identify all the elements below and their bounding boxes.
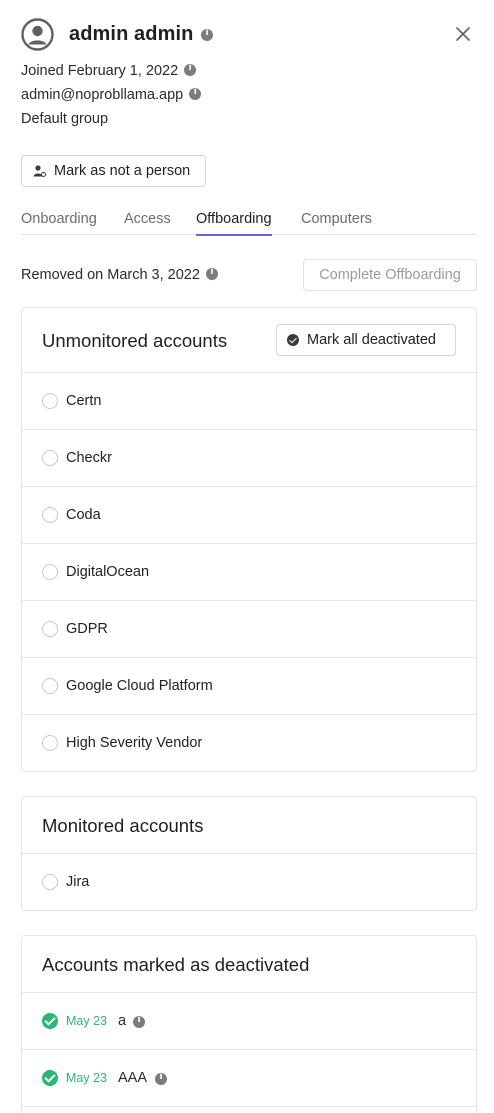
user-header: admin admin <box>21 18 473 54</box>
list-item: Coda <box>22 487 476 544</box>
list-item: May 23 a <box>22 993 476 1050</box>
user-avatar-icon <box>21 18 54 51</box>
mark-all-deactivated-button[interactable]: Mark all deactivated <box>276 324 456 356</box>
tab-bar: Onboarding Access Offboarding Computers <box>21 208 477 236</box>
tab-computers[interactable]: Computers <box>301 211 372 234</box>
user-group: Default group <box>21 111 109 127</box>
check-circle-icon <box>42 1013 58 1029</box>
info-icon[interactable] <box>189 87 202 101</box>
deactivated-accounts-card: Accounts marked as deactivated May 23 a … <box>21 935 477 1113</box>
account-radio[interactable] <box>42 874 58 890</box>
account-name: Google Cloud Platform <box>66 678 213 694</box>
account-name: Checkr <box>66 450 112 466</box>
tab-onboarding[interactable]: Onboarding <box>21 211 97 234</box>
card-title: Accounts marked as deactivated <box>42 954 310 975</box>
account-radio[interactable] <box>42 507 58 523</box>
card-header: Monitored accounts <box>22 797 476 854</box>
monitored-accounts-card: Monitored accounts Jira <box>21 796 477 911</box>
card-title: Unmonitored accounts <box>42 330 228 351</box>
account-name: High Severity Vendor <box>66 735 203 751</box>
tab-offboarding[interactable]: Offboarding <box>196 211 272 236</box>
account-radio[interactable] <box>42 621 58 637</box>
deactivated-date: May 23 <box>66 1071 107 1085</box>
list-item: Jira <box>22 854 476 910</box>
account-radio[interactable] <box>42 735 58 751</box>
list-item: DigitalOcean <box>22 544 476 601</box>
mark-not-person-button[interactable]: Mark as not a person <box>21 155 206 187</box>
card-header: Unmonitored accounts Mark all deactivate… <box>22 308 476 373</box>
complete-offboarding-button[interactable]: Complete Offboarding <box>303 259 477 291</box>
card-title: Monitored accounts <box>42 815 204 836</box>
account-name: DigitalOcean <box>66 564 150 580</box>
tab-access[interactable]: Access <box>124 211 171 234</box>
list-item: Checkr <box>22 430 476 487</box>
account-name: Coda <box>66 507 101 523</box>
info-icon[interactable] <box>205 267 218 281</box>
user-name: admin admin <box>69 23 194 45</box>
account-radio[interactable] <box>42 393 58 409</box>
info-icon[interactable] <box>184 63 197 77</box>
info-icon[interactable] <box>133 1015 145 1028</box>
card-header: Accounts marked as deactivated <box>22 936 476 993</box>
unmonitored-accounts-card: Unmonitored accounts Mark all deactivate… <box>21 307 477 772</box>
check-circle-icon <box>287 334 299 346</box>
close-icon[interactable] <box>455 26 471 42</box>
check-circle-icon <box>42 1070 58 1086</box>
account-radio[interactable] <box>42 678 58 694</box>
info-icon[interactable] <box>155 1072 167 1085</box>
joined-date: Joined February 1, 2022 <box>21 63 197 79</box>
list-item: GDPR <box>22 601 476 658</box>
list-item: Google Cloud Platform <box>22 658 476 715</box>
account-name: AAA <box>118 1070 148 1086</box>
account-radio[interactable] <box>42 564 58 580</box>
list-item <box>22 1107 476 1113</box>
account-radio[interactable] <box>42 450 58 466</box>
account-name: Certn <box>66 393 102 409</box>
list-item: High Severity Vendor <box>22 715 476 771</box>
account-name: a <box>118 1013 127 1029</box>
info-icon[interactable] <box>201 28 213 41</box>
deactivated-date: May 23 <box>66 1014 107 1028</box>
person-icon <box>33 165 46 177</box>
list-item: May 23 AAA <box>22 1050 476 1107</box>
account-name: GDPR <box>66 621 108 637</box>
account-name: Jira <box>66 874 90 890</box>
list-item: Certn <box>22 373 476 430</box>
user-email: admin@noprobllama.app <box>21 87 202 103</box>
removed-date: Removed on March 3, 2022 <box>21 267 218 283</box>
